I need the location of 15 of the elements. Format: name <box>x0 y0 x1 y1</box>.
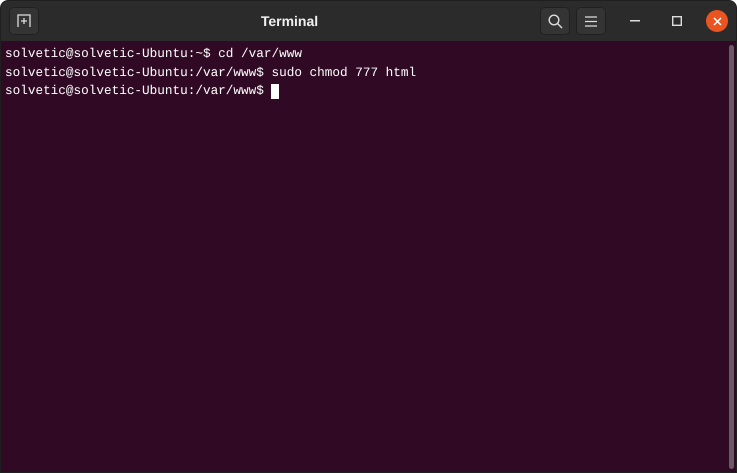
close-button[interactable] <box>706 10 728 32</box>
search-icon <box>548 14 562 28</box>
search-button[interactable] <box>540 7 570 35</box>
scrollbar[interactable] <box>729 45 734 469</box>
close-icon <box>712 16 722 26</box>
new-tab-button[interactable] <box>9 7 39 35</box>
menu-button[interactable] <box>576 7 606 35</box>
new-tab-icon <box>17 14 31 28</box>
minimize-icon <box>630 20 640 22</box>
terminal-line: solvetic@solvetic-Ubuntu:/var/www$ <box>5 82 265 100</box>
terminal-line: solvetic@solvetic-Ubuntu:/var/www$ sudo chmod 777 html <box>5 64 416 82</box>
menu-icon <box>585 16 597 26</box>
terminal-line: solvetic@solvetic-Ubuntu:~$ cd /var/www <box>5 45 302 63</box>
maximize-icon <box>672 16 682 26</box>
window-title: Terminal <box>260 13 320 29</box>
